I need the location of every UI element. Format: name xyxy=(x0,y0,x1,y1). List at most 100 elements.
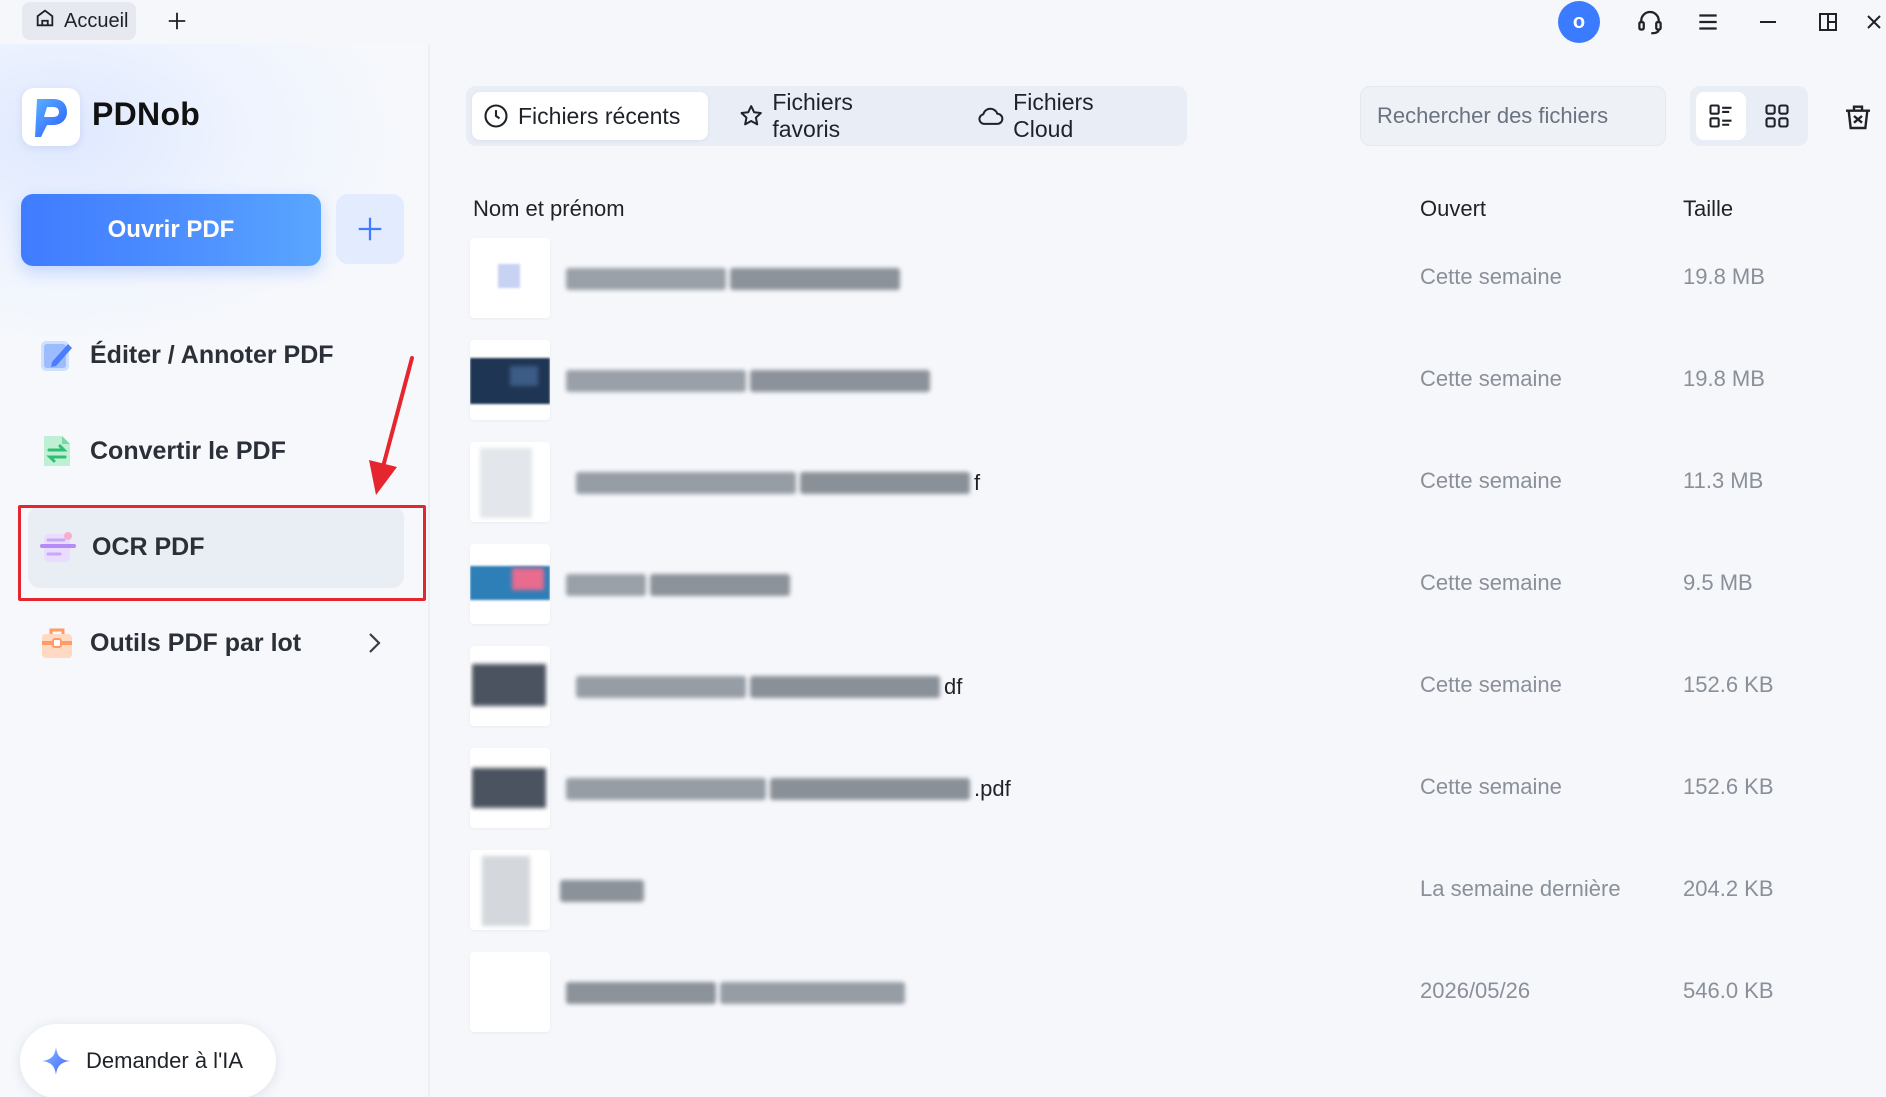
file-size: 19.8 MB xyxy=(1683,366,1765,391)
ai-sparkle-icon xyxy=(42,1047,70,1075)
file-opened: Cette semaine xyxy=(1420,672,1562,697)
restore-button[interactable] xyxy=(1808,0,1848,44)
close-button[interactable] xyxy=(1862,0,1886,44)
file-row[interactable]: Cette semaine 9.5 MB xyxy=(470,534,1870,636)
menu-button[interactable] xyxy=(1688,0,1728,44)
sidebar-item-batch[interactable]: Outils PDF par lot xyxy=(28,602,404,684)
file-thumbnail xyxy=(470,646,550,726)
batch-icon xyxy=(42,628,72,658)
tab-label: Fichiers favoris xyxy=(772,89,853,142)
sidebar-item-label: Éditer / Annoter PDF xyxy=(90,340,334,369)
file-name-suffix: .pdf xyxy=(974,776,1011,801)
file-thumbnail xyxy=(470,748,550,828)
file-thumbnail xyxy=(470,850,550,930)
chevron-right-icon xyxy=(369,633,381,653)
search-input[interactable] xyxy=(1377,103,1665,129)
file-size: 546.0 KB xyxy=(1683,978,1774,1003)
list-view-button[interactable] xyxy=(1696,92,1746,140)
pdnob-logo-icon xyxy=(35,99,67,137)
account-button[interactable]: o xyxy=(1557,0,1601,44)
file-name-suffix: df xyxy=(944,674,963,699)
file-size: 11.3 MB xyxy=(1683,468,1764,493)
file-row[interactable]: Cette semaine 19.8 MB xyxy=(470,330,1870,432)
file-opened: 2026/05/26 xyxy=(1420,978,1531,1003)
app-logo xyxy=(22,88,80,146)
minimize-button[interactable] xyxy=(1748,0,1788,44)
open-pdf-button[interactable]: Ouvrir PDF xyxy=(21,194,321,266)
file-opened: La semaine dernière xyxy=(1420,876,1621,901)
file-thumbnail xyxy=(470,442,550,522)
file-thumbnail xyxy=(470,952,550,1032)
file-size: 152.6 KB xyxy=(1683,672,1774,697)
sidebar-item-convert[interactable]: Convertir le PDF xyxy=(28,410,404,492)
support-button[interactable] xyxy=(1628,0,1672,44)
column-header-name[interactable]: Nom et prénom xyxy=(473,196,625,222)
tab-label: Fichiers Cloud xyxy=(1013,89,1094,142)
home-icon xyxy=(34,7,56,35)
plus-icon xyxy=(358,217,382,241)
star-icon xyxy=(740,105,762,126)
file-tabs: Fichiers récents Fichiers favoris Fichie… xyxy=(466,86,1187,146)
file-name-blurred: df xyxy=(576,670,962,704)
file-row[interactable]: df Cette semaine 152.6 KB xyxy=(470,636,1870,738)
minimize-icon xyxy=(1760,21,1776,23)
add-button[interactable] xyxy=(336,194,404,264)
file-name-blurred xyxy=(566,262,904,296)
file-name-blurred: .pdf xyxy=(566,772,1011,806)
ask-ai-button[interactable]: Demander à l'IA xyxy=(20,1024,276,1097)
sidebar-item-edit[interactable]: Éditer / Annoter PDF xyxy=(28,314,404,396)
clear-history-button[interactable] xyxy=(1838,96,1878,136)
annotation-highlight-box xyxy=(18,505,426,601)
file-opened: Cette semaine xyxy=(1420,468,1562,493)
file-name-blurred xyxy=(566,568,794,602)
tab-home-label: Accueil xyxy=(64,9,129,32)
file-thumbnail xyxy=(470,544,550,624)
file-opened: Cette semaine xyxy=(1420,264,1562,289)
file-opened: Cette semaine xyxy=(1420,366,1562,391)
plus-icon xyxy=(168,12,186,30)
tab-recent-files[interactable]: Fichiers récents xyxy=(472,92,708,140)
tab-home[interactable]: Accueil xyxy=(22,2,136,40)
column-header-size[interactable]: Taille xyxy=(1683,196,1733,222)
sidebar: PDNob Ouvrir PDF Éditer / Annoter PDF Co… xyxy=(0,44,430,1097)
search-field[interactable] xyxy=(1360,86,1666,146)
list-view-icon xyxy=(1709,104,1732,128)
edit-icon xyxy=(41,341,72,371)
menu-icon xyxy=(1699,14,1717,30)
file-opened: Cette semaine xyxy=(1420,570,1562,595)
annotation-arrow xyxy=(369,356,414,495)
tab-favorite-files[interactable]: Fichiers favoris xyxy=(728,89,928,142)
sidebar-item-label: Outils PDF par lot xyxy=(90,628,302,657)
column-header-opened[interactable]: Ouvert xyxy=(1420,196,1486,222)
file-size: 152.6 KB xyxy=(1683,774,1774,799)
new-tab-button[interactable] xyxy=(162,4,192,38)
file-name-blurred xyxy=(566,976,909,1010)
tab-cloud-files[interactable]: Fichiers Cloud xyxy=(966,89,1166,142)
file-row[interactable]: .pdf Cette semaine 152.6 KB xyxy=(470,738,1870,840)
view-toggle xyxy=(1690,86,1808,146)
file-thumbnail xyxy=(470,238,550,318)
app-name: PDNob xyxy=(92,96,201,132)
clock-icon xyxy=(484,104,508,128)
file-name-blurred xyxy=(560,874,648,908)
restore-icon xyxy=(1819,13,1837,31)
file-row[interactable]: Cette semaine 19.8 MB xyxy=(470,228,1870,330)
file-opened: Cette semaine xyxy=(1420,774,1562,799)
grid-view-button[interactable] xyxy=(1752,92,1802,140)
file-size: 204.2 KB xyxy=(1683,876,1774,901)
file-thumbnail xyxy=(470,340,550,420)
cloud-icon xyxy=(978,107,1004,125)
file-row[interactable]: 2026/05/26 546.0 KB xyxy=(470,942,1870,1044)
trash-icon xyxy=(1846,105,1870,130)
grid-view-icon xyxy=(1765,104,1789,128)
file-size: 19.8 MB xyxy=(1683,264,1765,289)
file-name-blurred xyxy=(566,364,934,398)
file-name-suffix: f xyxy=(974,470,981,495)
file-name-blurred: f xyxy=(576,466,980,500)
file-row[interactable]: La semaine dernière 204.2 KB xyxy=(470,840,1870,942)
tab-label: Fichiers récents xyxy=(518,102,681,129)
headset-icon xyxy=(1638,10,1662,35)
file-row[interactable]: f Cette semaine 11.3 MB xyxy=(470,432,1870,534)
sidebar-item-label: Convertir le PDF xyxy=(90,436,286,465)
title-bar: Accueil o xyxy=(0,0,1886,44)
